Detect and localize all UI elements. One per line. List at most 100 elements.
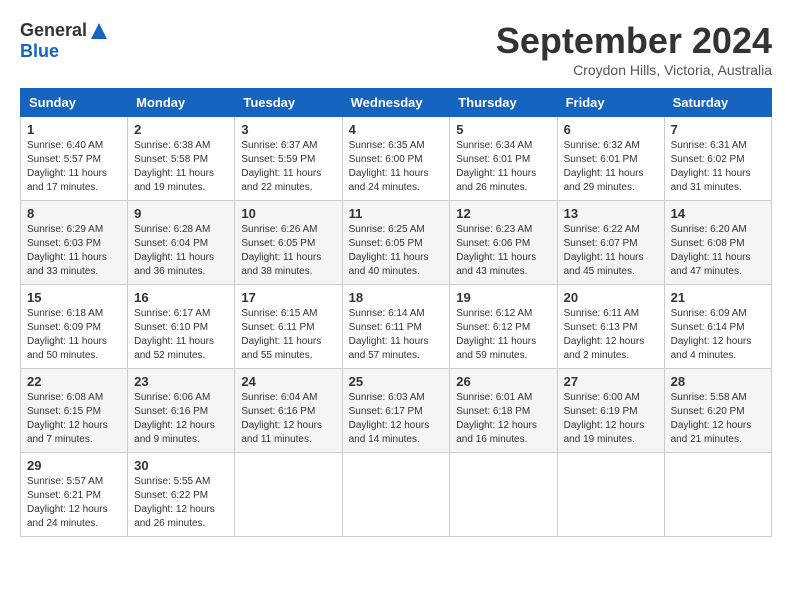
logo-icon	[89, 21, 109, 41]
day-info: Sunrise: 6:18 AM Sunset: 6:09 PM Dayligh…	[27, 307, 121, 363]
calendar-cell: 19 Sunrise: 6:12 AM Sunset: 6:12 PM Dayl…	[450, 285, 557, 369]
day-number: 5	[456, 122, 550, 137]
calendar-cell: 15 Sunrise: 6:18 AM Sunset: 6:09 PM Dayl…	[21, 285, 128, 369]
day-number: 20	[564, 290, 658, 305]
calendar-week-row: 8 Sunrise: 6:29 AM Sunset: 6:03 PM Dayli…	[21, 201, 772, 285]
calendar-cell: 11 Sunrise: 6:25 AM Sunset: 6:05 PM Dayl…	[342, 201, 450, 285]
calendar-week-row: 29 Sunrise: 5:57 AM Sunset: 6:21 PM Dayl…	[21, 453, 772, 537]
calendar-cell: 9 Sunrise: 6:28 AM Sunset: 6:04 PM Dayli…	[128, 201, 235, 285]
day-info: Sunrise: 6:17 AM Sunset: 6:10 PM Dayligh…	[134, 307, 228, 363]
day-number: 3	[241, 122, 335, 137]
calendar-cell: 16 Sunrise: 6:17 AM Sunset: 6:10 PM Dayl…	[128, 285, 235, 369]
day-info: Sunrise: 6:34 AM Sunset: 6:01 PM Dayligh…	[456, 139, 550, 195]
day-number: 2	[134, 122, 228, 137]
day-number: 26	[456, 374, 550, 389]
day-info: Sunrise: 5:57 AM Sunset: 6:21 PM Dayligh…	[27, 475, 121, 531]
day-info: Sunrise: 6:31 AM Sunset: 6:02 PM Dayligh…	[671, 139, 765, 195]
day-info: Sunrise: 6:03 AM Sunset: 6:17 PM Dayligh…	[349, 391, 444, 447]
day-info: Sunrise: 5:55 AM Sunset: 6:22 PM Dayligh…	[134, 475, 228, 531]
day-info: Sunrise: 6:11 AM Sunset: 6:13 PM Dayligh…	[564, 307, 658, 363]
day-info: Sunrise: 6:20 AM Sunset: 6:08 PM Dayligh…	[671, 223, 765, 279]
calendar-cell: 2 Sunrise: 6:38 AM Sunset: 5:58 PM Dayli…	[128, 117, 235, 201]
calendar-week-row: 22 Sunrise: 6:08 AM Sunset: 6:15 PM Dayl…	[21, 369, 772, 453]
day-info: Sunrise: 6:23 AM Sunset: 6:06 PM Dayligh…	[456, 223, 550, 279]
day-info: Sunrise: 6:25 AM Sunset: 6:05 PM Dayligh…	[349, 223, 444, 279]
page-header: General Blue September 2024 Croydon Hill…	[20, 20, 772, 78]
calendar-cell	[450, 453, 557, 537]
calendar-cell: 5 Sunrise: 6:34 AM Sunset: 6:01 PM Dayli…	[450, 117, 557, 201]
calendar-week-row: 1 Sunrise: 6:40 AM Sunset: 5:57 PM Dayli…	[21, 117, 772, 201]
day-info: Sunrise: 6:04 AM Sunset: 6:16 PM Dayligh…	[241, 391, 335, 447]
day-number: 29	[27, 458, 121, 473]
day-number: 11	[349, 206, 444, 221]
calendar-cell: 28 Sunrise: 5:58 AM Sunset: 6:20 PM Dayl…	[664, 369, 771, 453]
day-number: 30	[134, 458, 228, 473]
location-text: Croydon Hills, Victoria, Australia	[496, 62, 772, 78]
day-info: Sunrise: 6:40 AM Sunset: 5:57 PM Dayligh…	[27, 139, 121, 195]
col-wednesday: Wednesday	[342, 89, 450, 117]
day-number: 18	[349, 290, 444, 305]
col-thursday: Thursday	[450, 89, 557, 117]
calendar-cell: 18 Sunrise: 6:14 AM Sunset: 6:11 PM Dayl…	[342, 285, 450, 369]
calendar-cell: 13 Sunrise: 6:22 AM Sunset: 6:07 PM Dayl…	[557, 201, 664, 285]
calendar-cell: 26 Sunrise: 6:01 AM Sunset: 6:18 PM Dayl…	[450, 369, 557, 453]
day-number: 21	[671, 290, 765, 305]
calendar-cell: 30 Sunrise: 5:55 AM Sunset: 6:22 PM Dayl…	[128, 453, 235, 537]
calendar-cell: 24 Sunrise: 6:04 AM Sunset: 6:16 PM Dayl…	[235, 369, 342, 453]
calendar-cell: 6 Sunrise: 6:32 AM Sunset: 6:01 PM Dayli…	[557, 117, 664, 201]
day-number: 15	[27, 290, 121, 305]
day-number: 10	[241, 206, 335, 221]
calendar-cell: 29 Sunrise: 5:57 AM Sunset: 6:21 PM Dayl…	[21, 453, 128, 537]
day-number: 17	[241, 290, 335, 305]
calendar-cell: 14 Sunrise: 6:20 AM Sunset: 6:08 PM Dayl…	[664, 201, 771, 285]
day-number: 14	[671, 206, 765, 221]
calendar-table: Sunday Monday Tuesday Wednesday Thursday…	[20, 88, 772, 537]
calendar-week-row: 15 Sunrise: 6:18 AM Sunset: 6:09 PM Dayl…	[21, 285, 772, 369]
col-friday: Friday	[557, 89, 664, 117]
day-info: Sunrise: 6:35 AM Sunset: 6:00 PM Dayligh…	[349, 139, 444, 195]
day-info: Sunrise: 6:08 AM Sunset: 6:15 PM Dayligh…	[27, 391, 121, 447]
calendar-cell: 23 Sunrise: 6:06 AM Sunset: 6:16 PM Dayl…	[128, 369, 235, 453]
month-title: September 2024	[496, 20, 772, 62]
col-saturday: Saturday	[664, 89, 771, 117]
day-number: 25	[349, 374, 444, 389]
day-info: Sunrise: 6:32 AM Sunset: 6:01 PM Dayligh…	[564, 139, 658, 195]
day-number: 7	[671, 122, 765, 137]
day-info: Sunrise: 6:38 AM Sunset: 5:58 PM Dayligh…	[134, 139, 228, 195]
col-sunday: Sunday	[21, 89, 128, 117]
calendar-cell: 17 Sunrise: 6:15 AM Sunset: 6:11 PM Dayl…	[235, 285, 342, 369]
logo: General Blue	[20, 20, 109, 62]
day-info: Sunrise: 6:06 AM Sunset: 6:16 PM Dayligh…	[134, 391, 228, 447]
day-info: Sunrise: 6:15 AM Sunset: 6:11 PM Dayligh…	[241, 307, 335, 363]
day-info: Sunrise: 6:22 AM Sunset: 6:07 PM Dayligh…	[564, 223, 658, 279]
logo-blue-text: Blue	[20, 41, 59, 62]
day-number: 4	[349, 122, 444, 137]
calendar-cell: 7 Sunrise: 6:31 AM Sunset: 6:02 PM Dayli…	[664, 117, 771, 201]
col-tuesday: Tuesday	[235, 89, 342, 117]
day-number: 27	[564, 374, 658, 389]
day-info: Sunrise: 6:00 AM Sunset: 6:19 PM Dayligh…	[564, 391, 658, 447]
day-number: 6	[564, 122, 658, 137]
day-number: 1	[27, 122, 121, 137]
day-info: Sunrise: 6:28 AM Sunset: 6:04 PM Dayligh…	[134, 223, 228, 279]
calendar-cell: 10 Sunrise: 6:26 AM Sunset: 6:05 PM Dayl…	[235, 201, 342, 285]
calendar-cell: 3 Sunrise: 6:37 AM Sunset: 5:59 PM Dayli…	[235, 117, 342, 201]
day-number: 13	[564, 206, 658, 221]
calendar-cell: 22 Sunrise: 6:08 AM Sunset: 6:15 PM Dayl…	[21, 369, 128, 453]
day-number: 28	[671, 374, 765, 389]
day-info: Sunrise: 6:37 AM Sunset: 5:59 PM Dayligh…	[241, 139, 335, 195]
day-info: Sunrise: 6:14 AM Sunset: 6:11 PM Dayligh…	[349, 307, 444, 363]
calendar-cell: 1 Sunrise: 6:40 AM Sunset: 5:57 PM Dayli…	[21, 117, 128, 201]
calendar-cell: 4 Sunrise: 6:35 AM Sunset: 6:00 PM Dayli…	[342, 117, 450, 201]
calendar-cell	[557, 453, 664, 537]
day-number: 19	[456, 290, 550, 305]
day-number: 23	[134, 374, 228, 389]
day-number: 9	[134, 206, 228, 221]
day-info: Sunrise: 6:01 AM Sunset: 6:18 PM Dayligh…	[456, 391, 550, 447]
day-info: Sunrise: 6:29 AM Sunset: 6:03 PM Dayligh…	[27, 223, 121, 279]
day-info: Sunrise: 6:26 AM Sunset: 6:05 PM Dayligh…	[241, 223, 335, 279]
day-number: 24	[241, 374, 335, 389]
col-monday: Monday	[128, 89, 235, 117]
calendar-cell: 21 Sunrise: 6:09 AM Sunset: 6:14 PM Dayl…	[664, 285, 771, 369]
title-area: September 2024 Croydon Hills, Victoria, …	[496, 20, 772, 78]
